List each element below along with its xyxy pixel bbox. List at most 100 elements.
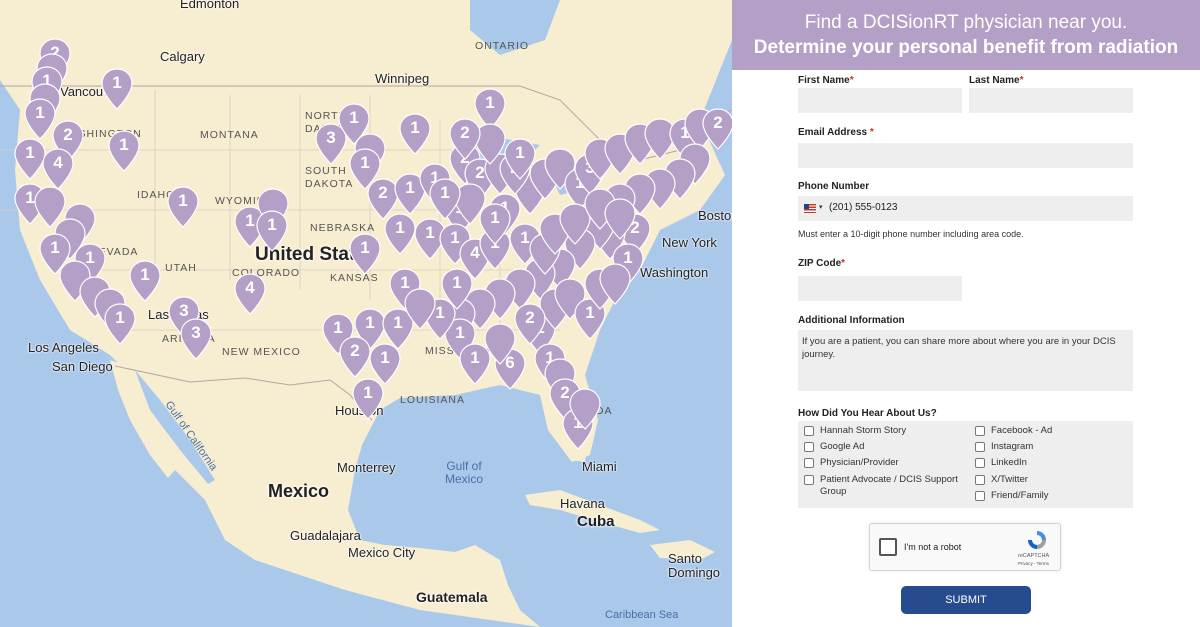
map-city-label: Miami <box>582 459 617 474</box>
map-pin-count: 1 <box>410 118 420 137</box>
option-label: Instagram <box>991 441 1034 452</box>
map-pin-marker[interactable]: 1 <box>108 130 140 172</box>
header-title: Find a DCISionRT physician near you. <box>804 12 1128 33</box>
map-pin-marker[interactable] <box>484 323 516 365</box>
map-city-label: New York <box>662 235 717 250</box>
checkbox-instagram[interactable] <box>975 442 985 452</box>
recaptcha-widget: I'm not a robot reCAPTCHA Privacy - Term… <box>869 523 1061 571</box>
map-pin-marker[interactable]: 1 <box>384 213 416 255</box>
checkbox-x-twitter[interactable] <box>975 475 985 485</box>
recaptcha-label: I'm not a robot <box>904 542 962 552</box>
hear-about-options: Hannah Storm Story Google Ad Physician/P… <box>798 421 1133 508</box>
map-pin-marker[interactable]: 4 <box>234 273 266 315</box>
map-pin-count: 2 <box>713 113 723 132</box>
first-name-field[interactable] <box>798 88 962 113</box>
last-name-label: Last Name* <box>969 75 1024 86</box>
checkbox-facebook-ad[interactable] <box>975 426 985 436</box>
phone-hint: Must enter a 10-digit phone number inclu… <box>798 229 1024 239</box>
map-pin-marker[interactable]: 1 <box>104 303 136 345</box>
option-label: Facebook - Ad <box>991 425 1053 436</box>
form-header: Find a DCISionRT physician near you. Det… <box>732 0 1200 70</box>
map-city-label: Guadalajara <box>290 528 361 543</box>
map-pin-marker[interactable]: 1 <box>349 233 381 275</box>
option-label: Hannah Storm Story <box>820 425 907 436</box>
checkbox-linkedin[interactable] <box>975 458 985 468</box>
map-pin-count: 1 <box>363 383 373 402</box>
map-pin-count: 1 <box>380 348 390 367</box>
map-pin-count: 2 <box>525 308 535 327</box>
first-name-label: First Name* <box>798 75 854 86</box>
map-pin-count: 1 <box>360 238 370 257</box>
map-country-label: Mexico <box>268 481 330 501</box>
map-city-label: Winnipeg <box>375 71 430 86</box>
map-pin-marker[interactable] <box>569 388 601 430</box>
map-pin-marker[interactable]: 1 <box>167 186 199 228</box>
option-label: X/Twitter <box>991 474 1028 485</box>
map-city-label: Havana <box>560 496 605 511</box>
recaptcha-brand: reCAPTCHA <box>1018 553 1050 559</box>
map-city-label: Washington <box>640 265 709 280</box>
zip-field[interactable] <box>798 276 962 301</box>
map-country-label: Cuba <box>577 513 615 530</box>
map-state-label: ONTARIO <box>475 40 530 52</box>
checkbox-patient-advocate[interactable] <box>804 475 814 485</box>
map-pin-count: 1 <box>349 108 359 127</box>
phone-field[interactable]: ▾ (201) 555-0123 <box>798 196 1133 221</box>
additional-info-textarea[interactable]: If you are a patient, you can share more… <box>798 330 1133 391</box>
phone-label: Phone Number <box>798 181 870 192</box>
recaptcha-links[interactable]: Privacy - Terms <box>1018 561 1049 566</box>
chevron-down-icon[interactable]: ▾ <box>819 203 823 211</box>
map-water-label: Caribbean Sea <box>605 609 679 621</box>
map-pin-marker[interactable] <box>599 263 631 305</box>
zip-label: ZIP Code* <box>798 258 846 269</box>
checkbox-google-ad[interactable] <box>804 442 814 452</box>
map-pin-marker[interactable] <box>404 288 436 330</box>
option-label: Patient Advocate / DCIS Support Group <box>820 474 958 497</box>
map-pin-marker[interactable]: 1 <box>504 138 536 180</box>
map-city-label: Santo Domingo <box>668 551 721 580</box>
map-pin-marker[interactable]: 2 <box>514 303 546 345</box>
map-pin-count: 2 <box>350 341 360 360</box>
map-pin-count: 1 <box>360 153 370 172</box>
checkbox-friend-family[interactable] <box>975 491 985 501</box>
map-pin-count: 4 <box>53 153 63 172</box>
map-pin-marker[interactable]: 2 <box>449 118 481 160</box>
map-pin-marker[interactable]: 1 <box>399 113 431 155</box>
map-pin-count: 1 <box>395 218 405 237</box>
map-pin-count: 1 <box>515 143 525 162</box>
header-subtitle: Determine your personal benefit from rad… <box>753 37 1179 58</box>
map-state-label: LOUISIANA <box>400 394 466 406</box>
map-pin-marker[interactable]: 1 <box>129 260 161 302</box>
map-pin-count: 4 <box>245 278 255 297</box>
map-pin-count: 2 <box>460 123 470 142</box>
email-field[interactable] <box>798 143 1133 168</box>
map-pin-count: 1 <box>333 318 343 337</box>
phone-placeholder: (201) 555-0123 <box>829 202 898 213</box>
last-name-field[interactable] <box>969 88 1133 113</box>
map-city-label: Los Angeles <box>28 340 99 355</box>
recaptcha-logo-icon <box>1028 531 1046 549</box>
map-pin-marker[interactable]: 1 <box>352 378 384 420</box>
map-state-label: MONTANA <box>200 129 259 141</box>
map-state-label: NEW MEXICO <box>222 346 301 358</box>
submit-button[interactable]: SUBMIT <box>901 586 1031 614</box>
map-pin-marker[interactable]: 1 <box>256 210 288 252</box>
map-pin-marker[interactable]: 3 <box>180 318 212 360</box>
map-pin-marker[interactable]: 2 <box>339 336 371 378</box>
map-pin-marker[interactable]: 4 <box>42 148 74 190</box>
map-pin-marker[interactable] <box>604 198 636 240</box>
map-pin-count: 1 <box>115 308 125 327</box>
map-city-label: Boston <box>698 208 732 223</box>
us-flag-icon[interactable] <box>804 204 816 213</box>
map-pin-count: 1 <box>452 273 462 292</box>
map-pin-count: 1 <box>119 135 129 154</box>
physician-map[interactable]: Edmonton Calgary Winnipeg Vancouver Los … <box>0 0 732 627</box>
checkbox-hannah-storm-story[interactable] <box>804 426 814 436</box>
map-pin-marker[interactable]: 1 <box>101 68 133 110</box>
map-pin-marker[interactable]: 1 <box>429 178 461 220</box>
recaptcha-checkbox[interactable] <box>879 538 897 556</box>
map-city-label: Edmonton <box>180 0 240 11</box>
checkbox-physician-provider[interactable] <box>804 458 814 468</box>
map-city-label: Calgary <box>160 49 205 64</box>
map-pin-count: 1 <box>140 265 150 284</box>
